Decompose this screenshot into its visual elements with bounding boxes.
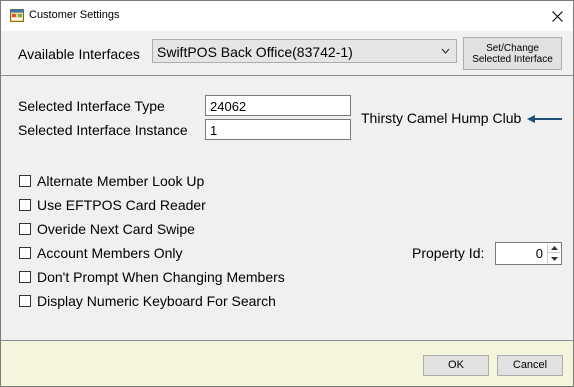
caret-up-icon bbox=[550, 246, 558, 250]
selected-interface-value: SwiftPOS Back Office(83742-1) bbox=[157, 44, 353, 60]
checkbox-label: Alternate Member Look Up bbox=[37, 173, 205, 189]
close-icon bbox=[551, 10, 563, 22]
set-change-label-line2: Selected Interface bbox=[472, 54, 553, 65]
property-id-value: 0 bbox=[535, 246, 543, 261]
checkbox-box[interactable] bbox=[19, 199, 31, 211]
checkbox-box[interactable] bbox=[19, 247, 31, 259]
close-button[interactable] bbox=[541, 2, 573, 30]
checkbox-box[interactable] bbox=[19, 271, 31, 283]
interface-instance-field[interactable]: 1 bbox=[205, 119, 351, 140]
window-title: Customer Settings bbox=[29, 9, 120, 21]
checkbox-use-eftpos-card-reader[interactable]: Use EFTPOS Card Reader bbox=[19, 196, 206, 214]
arrow-left-icon bbox=[527, 115, 562, 123]
interface-instance-label: Selected Interface Instance bbox=[18, 122, 188, 138]
available-interfaces-dropdown[interactable]: SwiftPOS Back Office(83742-1) bbox=[152, 39, 457, 63]
stepper-down-button[interactable] bbox=[548, 254, 560, 263]
property-id-stepper[interactable]: 0 bbox=[495, 242, 562, 265]
cancel-button[interactable]: Cancel bbox=[497, 355, 563, 376]
checkbox-box[interactable] bbox=[19, 295, 31, 307]
chevron-down-icon bbox=[441, 48, 450, 54]
checkbox-account-members-only[interactable]: Account Members Only bbox=[19, 244, 183, 262]
set-change-label-line1: Set/Change bbox=[486, 43, 539, 54]
app-window-icon bbox=[10, 9, 24, 22]
stepper-up-button[interactable] bbox=[548, 244, 560, 253]
interface-toolbar: Available Interfaces SwiftPOS Back Offic… bbox=[1, 31, 573, 76]
available-interfaces-label: Available Interfaces bbox=[18, 46, 140, 62]
club-name-text: Thirsty Camel Hump Club bbox=[361, 110, 522, 126]
checkbox-box[interactable] bbox=[19, 223, 31, 235]
interface-type-field[interactable]: 24062 bbox=[205, 95, 351, 116]
checkbox-box[interactable] bbox=[19, 175, 31, 187]
ok-button[interactable]: OK bbox=[423, 355, 489, 376]
customer-settings-window: Customer Settings Available Interfaces S… bbox=[0, 0, 574, 387]
property-id-label: Property Id: bbox=[412, 245, 485, 261]
caret-down-icon bbox=[550, 256, 558, 261]
checkbox-label: Account Members Only bbox=[37, 245, 183, 261]
checkbox-label: Don't Prompt When Changing Members bbox=[37, 269, 285, 285]
title-bar[interactable]: Customer Settings bbox=[1, 1, 573, 31]
checkbox-display-numeric-keyboard[interactable]: Display Numeric Keyboard For Search bbox=[19, 292, 276, 310]
checkbox-alternate-member-look-up[interactable]: Alternate Member Look Up bbox=[19, 172, 204, 190]
checkbox-label: Display Numeric Keyboard For Search bbox=[37, 293, 276, 309]
checkbox-dont-prompt-changing-members[interactable]: Don't Prompt When Changing Members bbox=[19, 268, 285, 286]
stepper-arrows bbox=[547, 244, 560, 263]
set-change-interface-button[interactable]: Set/Change Selected Interface bbox=[463, 37, 562, 70]
checkbox-overide-next-card-swipe[interactable]: Overide Next Card Swipe bbox=[19, 220, 195, 238]
dialog-footer: OK Cancel bbox=[1, 340, 573, 386]
checkbox-label: Use EFTPOS Card Reader bbox=[37, 197, 206, 213]
interface-type-label: Selected Interface Type bbox=[18, 98, 165, 114]
settings-content: Selected Interface Type 24062 Selected I… bbox=[1, 77, 573, 339]
checkbox-label: Overide Next Card Swipe bbox=[37, 221, 195, 237]
